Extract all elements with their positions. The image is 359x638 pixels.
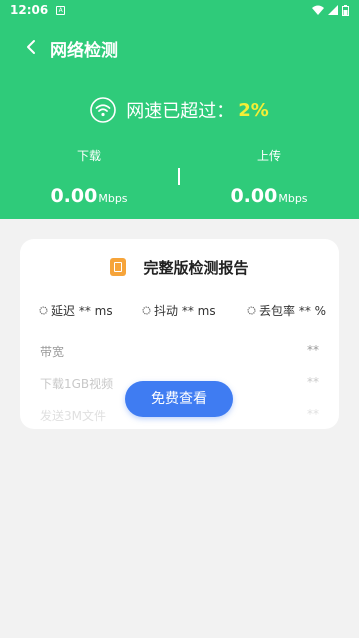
wifi-icon (90, 97, 117, 123)
list-item: 带宽 ** (20, 343, 339, 361)
jitter-label: 抖动 ** ms (154, 303, 216, 318)
download-unit: Mbps (98, 192, 128, 205)
status-bar: 12:06 A (0, 0, 359, 20)
row-label: 发送3M文件 (40, 409, 106, 423)
metric-divider (178, 168, 180, 185)
latency-stat: 延迟 ** ms (39, 302, 113, 319)
speed-label: 网速已超过： (126, 101, 235, 122)
signal-icon (328, 5, 338, 15)
upload-metric: 上传 0.00Mbps (209, 147, 329, 207)
header-panel: 12:06 A 网络检测 网速已超过： 2% 下载 0.00Mbps 上传 0.… (0, 0, 359, 219)
download-metric: 下载 0.00Mbps (29, 147, 149, 207)
row-label: 下载1GB视频 (40, 377, 114, 391)
report-title: 完整版检测报告 (143, 258, 249, 277)
report-title-row: 完整版检测报告 (20, 255, 339, 279)
notification-icon: A (56, 5, 66, 15)
row-value: ** (307, 407, 319, 421)
download-value: 0.00 (50, 185, 98, 207)
speed-percentage: 2% (238, 99, 269, 121)
row-value: ** (307, 343, 319, 357)
status-time: 12:06 (10, 3, 49, 17)
page-title: 网络检测 (50, 41, 118, 61)
loading-icon (142, 305, 151, 315)
row-label: 带宽 (40, 345, 65, 359)
packet-loss-label: 丢包率 ** % (259, 303, 327, 318)
status-icons (312, 4, 349, 16)
report-icon (110, 258, 127, 276)
jitter-stat: 抖动 ** ms (142, 302, 216, 319)
download-label: 下载 (76, 149, 101, 163)
upload-unit: Mbps (278, 192, 308, 205)
upload-label: 上传 (256, 149, 281, 163)
loading-icon (247, 305, 256, 315)
wifi-status-icon (312, 5, 324, 15)
battery-icon (342, 4, 349, 16)
upload-value: 0.00 (230, 185, 278, 207)
loading-icon (39, 305, 48, 315)
free-view-button[interactable]: 免费查看 (125, 381, 233, 417)
back-arrow-icon[interactable] (24, 39, 38, 55)
packet-loss-stat: 丢包率 ** % (247, 302, 326, 319)
title-bar: 网络检测 (0, 30, 359, 64)
report-stats: 延迟 ** ms 抖动 ** ms 丢包率 ** % (20, 302, 339, 318)
row-value: ** (307, 375, 319, 389)
latency-label: 延迟 ** ms (51, 303, 113, 318)
speed-summary: 网速已超过： 2% (0, 93, 359, 127)
